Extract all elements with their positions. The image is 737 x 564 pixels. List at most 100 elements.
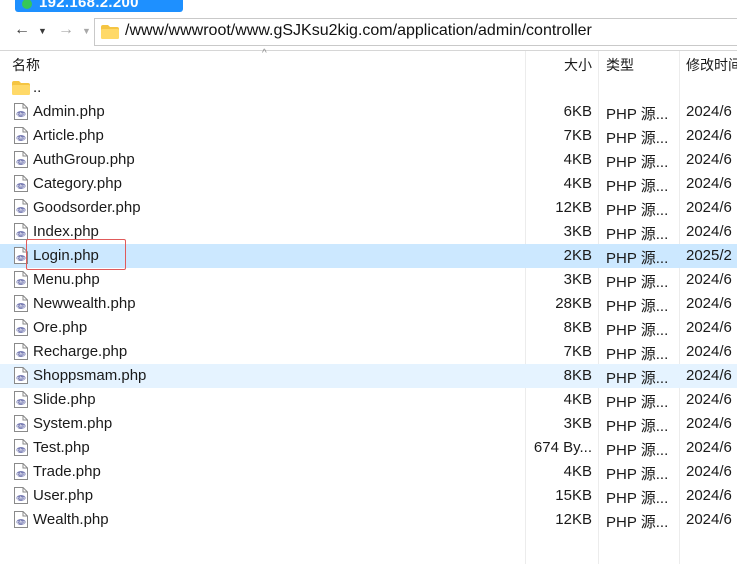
file-modified: 2024/6 xyxy=(686,175,732,192)
file-row[interactable]: php Slide.php 4KB PHP 源... 2024/6 xyxy=(0,388,737,412)
file-size: 3KB xyxy=(563,415,592,432)
file-size: 7KB xyxy=(563,127,592,144)
file-name: Category.php xyxy=(33,175,122,192)
file-type: PHP 源... xyxy=(606,514,669,531)
file-modified: 2024/6 xyxy=(686,439,732,456)
file-name: Shoppsmam.php xyxy=(33,367,147,384)
php-file-icon: php xyxy=(14,439,28,456)
svg-text:php: php xyxy=(17,472,26,478)
file-row[interactable]: php Trade.php 4KB PHP 源... 2024/6 xyxy=(0,460,737,484)
file-row[interactable]: php Category.php 4KB PHP 源... 2024/6 xyxy=(0,172,737,196)
file-type: PHP 源... xyxy=(606,490,669,507)
column-header-name[interactable]: 名称 xyxy=(12,55,40,75)
file-size: 8KB xyxy=(563,367,592,384)
file-type: PHP 源... xyxy=(606,274,669,291)
svg-text:php: php xyxy=(17,352,26,358)
file-row[interactable]: php Menu.php 3KB PHP 源... 2024/6 xyxy=(0,268,737,292)
file-name: Slide.php xyxy=(33,391,96,408)
php-file-icon: php xyxy=(14,415,28,432)
file-list: .. php Admin.php 6KB PHP 源... 2024/6 php Artic… xyxy=(0,76,737,532)
php-file-icon: php xyxy=(14,367,28,384)
path-address-bar[interactable]: /www/wwwroot/www.gSJKsu2kig.com/applicat… xyxy=(94,18,737,46)
file-type: PHP 源... xyxy=(606,394,669,411)
file-name: Goodsorder.php xyxy=(33,199,141,216)
php-file-icon: php xyxy=(14,127,28,144)
file-size: 3KB xyxy=(563,271,592,288)
file-row[interactable]: php Admin.php 6KB PHP 源... 2024/6 xyxy=(0,100,737,124)
file-list-header: ^ 名称 大小 类型 修改时间 xyxy=(0,48,737,76)
navigation-toolbar: ← ▼ → ▼ /www/wwwroot/www.gSJKsu2kig.com/… xyxy=(0,12,737,51)
file-row[interactable]: php Shoppsmam.php 8KB PHP 源... 2024/6 xyxy=(0,364,737,388)
file-type: PHP 源... xyxy=(606,442,669,459)
file-modified: 2024/6 xyxy=(686,199,732,216)
forward-arrow-icon[interactable]: → xyxy=(58,21,74,39)
file-modified: 2024/6 xyxy=(686,511,732,528)
php-file-icon: php xyxy=(14,175,28,192)
php-file-icon: php xyxy=(14,103,28,120)
path-text: /www/wwwroot/www.gSJKsu2kig.com/applicat… xyxy=(125,22,592,39)
file-type: PHP 源... xyxy=(606,322,669,339)
column-header-type[interactable]: 类型 xyxy=(606,55,634,75)
file-modified: 2024/6 xyxy=(686,487,732,504)
file-row[interactable]: php User.php 15KB PHP 源... 2024/6 xyxy=(0,484,737,508)
file-type: PHP 源... xyxy=(606,202,669,219)
file-name: Menu.php xyxy=(33,271,100,288)
file-modified: 2024/6 xyxy=(686,343,732,360)
file-type: PHP 源... xyxy=(606,226,669,243)
svg-text:php: php xyxy=(17,424,26,430)
back-arrow-icon[interactable]: ← xyxy=(14,21,30,39)
parent-directory-row[interactable]: .. xyxy=(0,76,737,100)
svg-text:php: php xyxy=(17,136,26,142)
file-name: Newwealth.php xyxy=(33,295,136,312)
file-row[interactable]: php Goodsorder.php 12KB PHP 源... 2024/6 xyxy=(0,196,737,220)
file-modified: 2024/6 xyxy=(686,151,732,168)
file-size: 12KB xyxy=(555,199,592,216)
tab-strip: 192.168.2.200 xyxy=(0,0,737,12)
php-file-icon: php xyxy=(14,271,28,288)
file-row[interactable]: php System.php 3KB PHP 源... 2024/6 xyxy=(0,412,737,436)
file-modified: 2024/6 xyxy=(686,367,732,384)
file-row[interactable]: php Wealth.php 12KB PHP 源... 2024/6 xyxy=(0,508,737,532)
file-type: PHP 源... xyxy=(606,178,669,195)
file-size: 8KB xyxy=(563,319,592,336)
file-type: PHP 源... xyxy=(606,154,669,171)
forward-history-dropdown-icon[interactable]: ▼ xyxy=(82,26,91,36)
file-row[interactable]: php Article.php 7KB PHP 源... 2024/6 xyxy=(0,124,737,148)
file-size: 4KB xyxy=(563,175,592,192)
svg-text:php: php xyxy=(17,184,26,190)
file-size: 4KB xyxy=(563,151,592,168)
file-type: PHP 源... xyxy=(606,106,669,123)
connection-tab[interactable]: 192.168.2.200 xyxy=(15,0,183,12)
file-modified: 2024/6 xyxy=(686,319,732,336)
php-file-icon: php xyxy=(14,391,28,408)
annotation-highlight-box xyxy=(26,239,126,270)
column-header-size[interactable]: 大小 xyxy=(564,55,592,75)
file-type: PHP 源... xyxy=(606,250,669,267)
column-header-modified[interactable]: 修改时间 xyxy=(686,55,737,75)
file-name: System.php xyxy=(33,415,113,432)
file-type: PHP 源... xyxy=(606,418,669,435)
svg-text:php: php xyxy=(17,496,26,502)
file-modified: 2024/6 xyxy=(686,103,732,120)
file-modified: 2025/2 xyxy=(686,247,732,264)
php-file-icon: php xyxy=(14,463,28,480)
connected-status-icon xyxy=(22,0,32,9)
file-row[interactable]: php Recharge.php 7KB PHP 源... 2024/6 xyxy=(0,340,737,364)
back-history-dropdown-icon[interactable]: ▼ xyxy=(38,26,47,36)
file-type: PHP 源... xyxy=(606,130,669,147)
file-modified: 2024/6 xyxy=(686,391,732,408)
file-size: 3KB xyxy=(563,223,592,240)
file-row[interactable]: php Test.php 674 By... PHP 源... 2024/6 xyxy=(0,436,737,460)
file-size: 2KB xyxy=(563,247,592,264)
file-size: 4KB xyxy=(563,391,592,408)
php-file-icon: php xyxy=(14,151,28,168)
file-row[interactable]: php Ore.php 8KB PHP 源... 2024/6 xyxy=(0,316,737,340)
file-size: 15KB xyxy=(555,487,592,504)
svg-text:php: php xyxy=(17,112,26,118)
file-type: PHP 源... xyxy=(606,298,669,315)
file-row[interactable]: php AuthGroup.php 4KB PHP 源... 2024/6 xyxy=(0,148,737,172)
file-size: 6KB xyxy=(563,103,592,120)
file-row[interactable]: php Newwealth.php 28KB PHP 源... 2024/6 xyxy=(0,292,737,316)
folder-icon xyxy=(101,25,119,39)
file-name: .. xyxy=(33,79,42,96)
